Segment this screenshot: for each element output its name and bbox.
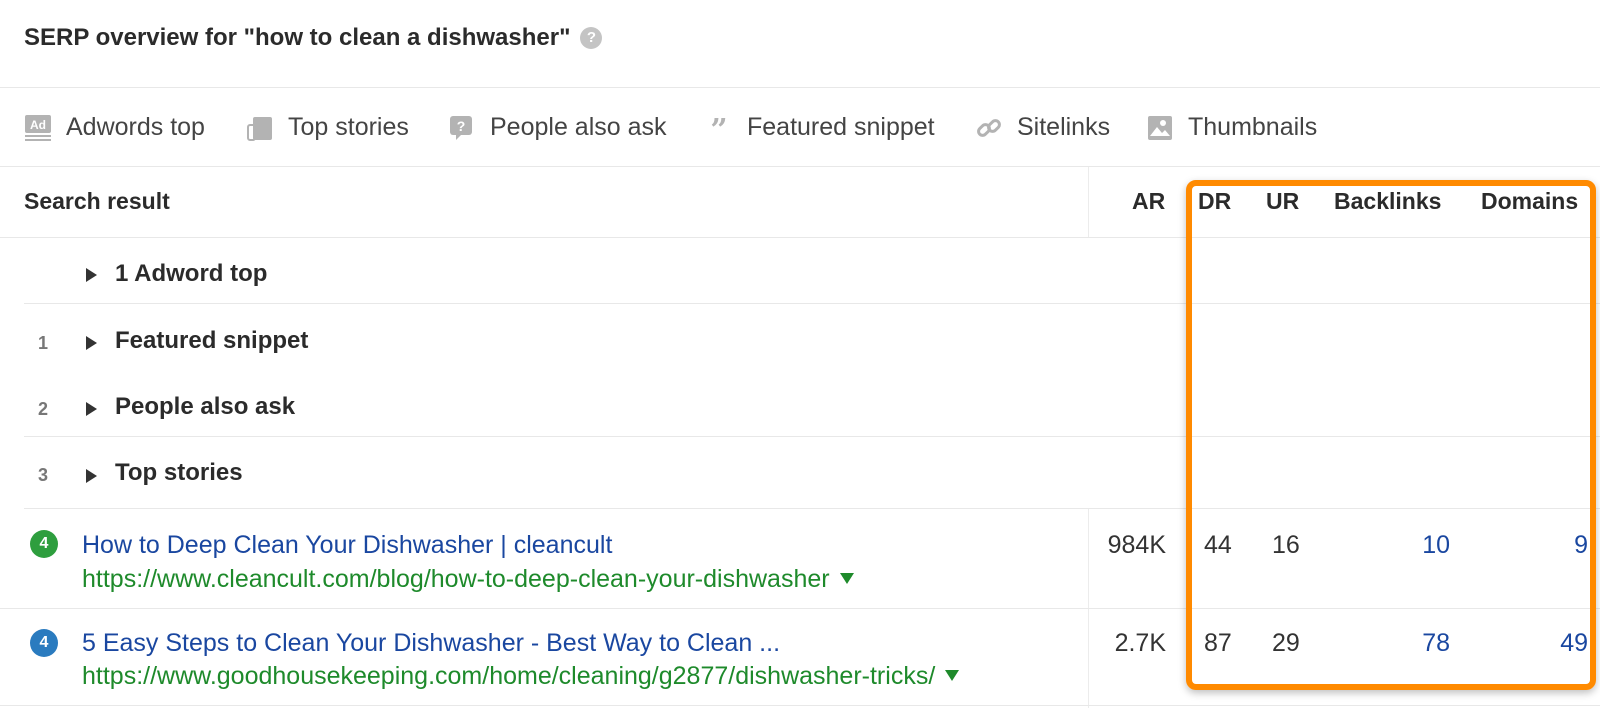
expand-triangle-icon[interactable] [86,268,97,282]
backlinks-value[interactable]: 10 [1422,531,1450,560]
feature-people-also-ask[interactable]: ? People also ask [448,113,667,142]
ar-value: 2.7K [1114,629,1166,657]
domains-value[interactable]: 9 [1574,531,1588,560]
row-divider [24,436,1600,437]
feature-thumbnails[interactable]: Thumbnails [1146,113,1317,142]
result-url[interactable]: https://www.goodhousekeeping.com/home/cl… [82,662,960,691]
expand-triangle-icon[interactable] [86,402,97,416]
highlight-box [1186,180,1596,690]
feature-featured-snippet[interactable]: ” Featured snippet [705,113,934,148]
group-label: 1 Adword top [115,260,268,287]
col-ur[interactable]: UR [1266,188,1299,215]
position-number: 3 [38,465,49,485]
feature-adwords-top[interactable]: Ad Adwords top [24,113,205,142]
position-number: 1 [38,333,49,353]
col-ar[interactable]: AR [1132,188,1165,215]
quote-icon: ” [705,113,733,148]
svg-text:?: ? [457,118,466,134]
svg-text:”: ” [710,114,727,142]
result-url[interactable]: https://www.cleancult.com/blog/how-to-de… [82,565,854,594]
dropdown-arrow-icon[interactable] [839,573,854,584]
row-divider [0,705,1600,706]
page-title-text: SERP overview for "how to clean a dishwa… [24,24,571,51]
domains-value[interactable]: 49 [1560,629,1588,658]
serp-features-bar: Ad Adwords top Top stories ? People also… [0,88,1600,167]
row-divider [0,237,1600,238]
col-domains[interactable]: Domains [1481,188,1578,215]
title-bar: SERP overview for "how to clean a dishwa… [0,0,1600,88]
image-icon [1146,114,1174,142]
row-divider [0,608,1600,609]
feature-top-stories[interactable]: Top stories [246,113,409,142]
group-label: Featured snippet [115,327,309,354]
help-icon[interactable]: ? [580,27,603,49]
top-stories-icon [246,114,274,142]
dr-value: 44 [1204,531,1232,559]
link-icon [975,114,1003,142]
group-label: People also ask [115,393,296,420]
col-divider [1088,167,1089,237]
backlinks-value[interactable]: 78 [1422,629,1450,658]
position-number: 2 [38,399,49,419]
rank-badge: 4 [30,629,58,657]
col-search-result[interactable]: Search result [24,188,170,215]
svg-text:Ad: Ad [30,118,46,132]
question-bubble-icon: ? [448,114,476,142]
result-title-link[interactable]: How to Deep Clean Your Dishwasher | clea… [82,531,612,560]
ar-value: 984K [1107,531,1166,559]
expand-triangle-icon[interactable] [86,469,97,483]
dr-value: 87 [1204,629,1232,657]
row-divider [24,303,1600,304]
dropdown-arrow-icon[interactable] [945,670,960,681]
row-divider [24,508,1600,509]
rank-badge: 4 [30,530,58,558]
ur-value: 16 [1272,531,1300,559]
expand-triangle-icon[interactable] [86,336,97,350]
group-label: Top stories [115,459,243,486]
page-title: SERP overview for "how to clean a dishwa… [24,24,603,52]
result-title-link[interactable]: 5 Easy Steps to Clean Your Dishwasher - … [82,629,780,658]
ur-value: 29 [1272,629,1300,657]
col-dr[interactable]: DR [1198,188,1231,215]
col-backlinks[interactable]: Backlinks [1334,188,1441,215]
feature-sitelinks[interactable]: Sitelinks [975,113,1110,142]
ad-icon: Ad [24,114,52,142]
